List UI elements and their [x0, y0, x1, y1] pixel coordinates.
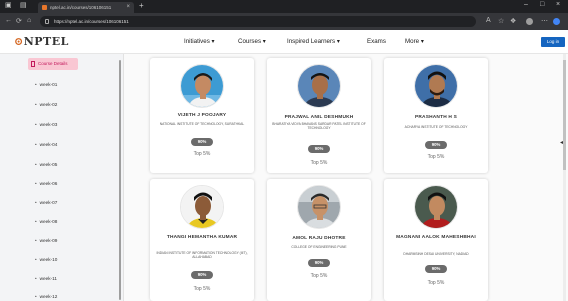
learner-institute: INDIAN INSTITUTE OF INFORMATION TECHNOLO… [156, 251, 248, 260]
sidebar-item-week-10[interactable]: week-10 [35, 257, 58, 262]
avatar [414, 185, 458, 229]
login-button[interactable]: Log in [541, 37, 565, 47]
learner-institute: DHARMSINH DESAI UNIVERSITY, NADIAD [403, 252, 469, 256]
rank-label: Top 5% [427, 280, 445, 286]
learner-card: MAGNANI AALOK MAHESHBHAI DHARMSINH DESAI… [384, 179, 488, 301]
score-badge: 90% [308, 259, 330, 267]
rank-label: Top 5% [193, 151, 211, 157]
sidebar-item-week-11[interactable]: week-11 [35, 276, 57, 281]
learner-card: PRASHANTH H S ACHARYA INSTITUTE OF TECHN… [384, 58, 488, 173]
lock-icon [45, 19, 49, 24]
nptel-logo[interactable]: ⊙NPTEL [14, 35, 69, 48]
logo-text: NPTEL [23, 35, 69, 48]
learner-card: VIJETH J POOJARY NATIONAL INSTITUTE OF T… [150, 58, 254, 173]
back-icon[interactable]: ← [5, 17, 12, 24]
reload-icon[interactable]: ⟳ [16, 17, 22, 25]
site-header: ⊙NPTEL Initiatives ▾ Courses ▾ Inspired … [0, 30, 568, 54]
sidebar-item-week-06[interactable]: week-06 [35, 181, 58, 186]
avatar [180, 64, 224, 108]
close-window-icon[interactable]: × [556, 1, 560, 8]
logo-ring-icon: ⊙ [14, 35, 24, 48]
sidebar-item-week-02[interactable]: week-02 [35, 102, 58, 107]
learner-name: PRASHANTH H S [414, 115, 458, 120]
collections-icon[interactable]: ❖ [510, 17, 516, 25]
read-aloud-icon[interactable]: A [486, 17, 491, 24]
mouse-cursor-icon: ◂ [560, 140, 564, 146]
menu-inspired-learners[interactable]: Inspired Learners ▾ [287, 38, 340, 45]
tab-search-icon[interactable]: ▤ [20, 1, 27, 9]
sidebar-item-week-05[interactable]: week-05 [35, 162, 58, 167]
sidebar-item-week-03[interactable]: week-03 [35, 122, 58, 127]
learner-card: THANGI HEMANTHA KUMAR INDIAN INSTITUTE O… [150, 179, 254, 301]
score-badge: 90% [308, 145, 330, 153]
rank-label: Top 5% [310, 160, 328, 166]
learner-card: AMOL RAJU DHOTRE COLLEGE OF ENGINEERING … [267, 179, 371, 301]
browser-tab-strip: ▣ ▤ nptel.ac.in/courses/106106151 × + – … [0, 0, 568, 13]
sidebar-item-week-08[interactable]: week-08 [35, 219, 58, 224]
rank-label: Top 5% [427, 154, 445, 160]
avatar [297, 185, 341, 229]
learner-institute: COLLEGE OF ENGINEERING PUNE [291, 245, 347, 249]
score-badge: 90% [191, 138, 213, 146]
tab-title: nptel.ac.in/courses/106106151 [50, 5, 112, 10]
close-tab-icon[interactable]: × [126, 2, 130, 13]
learner-name: THANGI HEMANTHA KUMAR [166, 235, 238, 240]
avatar [180, 185, 224, 229]
score-badge: 90% [425, 265, 447, 273]
learner-name: AMOL RAJU DHOTRE [292, 236, 346, 241]
menu-exams[interactable]: Exams [367, 38, 386, 45]
more-icon[interactable]: ⋯ [541, 17, 548, 25]
learner-institute: BHARATIYA VIDYA BHAVANS SARDAR PATEL INS… [272, 122, 366, 131]
learner-name: MAGNANI AALOK MAHESHBHAI [396, 235, 476, 240]
rank-label: Top 5% [310, 273, 328, 279]
document-icon [31, 61, 35, 67]
home-icon[interactable]: ⌂ [27, 17, 31, 24]
score-badge: 90% [425, 141, 447, 149]
browser-tab[interactable]: nptel.ac.in/courses/106106151 × [38, 2, 134, 13]
menu-courses[interactable]: Courses ▾ [238, 38, 266, 45]
sidebar-item-week-04[interactable]: week-04 [35, 142, 58, 147]
profile-icon[interactable] [526, 18, 533, 25]
rank-label: Top 5% [193, 286, 211, 292]
sidebar-item-week-12[interactable]: week-12 [35, 294, 58, 299]
avatar [297, 64, 341, 108]
minimize-icon[interactable]: – [524, 1, 528, 8]
menu-initiatives[interactable]: Initiatives ▾ [184, 38, 215, 45]
nptel-favicon-icon [42, 5, 47, 10]
menu-more[interactable]: More ▾ [405, 38, 424, 45]
learner-name: VIJETH J POOJARY [177, 113, 227, 118]
address-bar-row: ← ⟳ ⌂ https://nptel.ac.in/courses/106106… [0, 13, 568, 30]
page-scrollbar-thumb[interactable] [563, 60, 566, 170]
score-badge: 90% [191, 271, 213, 279]
sidebar-scrollbar[interactable] [119, 60, 121, 300]
course-details-label: Course Details [38, 61, 68, 66]
copilot-icon[interactable] [553, 18, 560, 25]
sidebar-item-week-01[interactable]: week-01 [35, 82, 58, 87]
learner-card: PRAJWAL ANIL DESHMUKH BHARATIYA VIDYA BH… [267, 58, 371, 173]
sidebar-item-week-07[interactable]: week-07 [35, 200, 58, 205]
learner-name: PRAJWAL ANIL DESHMUKH [284, 115, 354, 120]
sidebar-item-week-09[interactable]: week-09 [35, 238, 58, 243]
url-field[interactable]: https://nptel.ac.in/courses/106106151 [40, 16, 476, 27]
favorite-icon[interactable]: ☆ [498, 17, 504, 25]
window-menu-icon[interactable]: ▣ [5, 1, 12, 9]
new-tab-button[interactable]: + [139, 1, 144, 10]
learner-institute: ACHARYA INSTITUTE OF TECHNOLOGY [404, 125, 468, 129]
maximize-icon[interactable]: □ [540, 1, 544, 8]
learner-institute: NATIONAL INSTITUTE OF TECHNOLOGY, SURATH… [159, 122, 245, 126]
avatar [414, 64, 458, 108]
course-details-button[interactable]: Course Details [28, 58, 78, 70]
url-text: https://nptel.ac.in/courses/106106151 [54, 19, 129, 24]
course-sidebar [0, 54, 124, 301]
